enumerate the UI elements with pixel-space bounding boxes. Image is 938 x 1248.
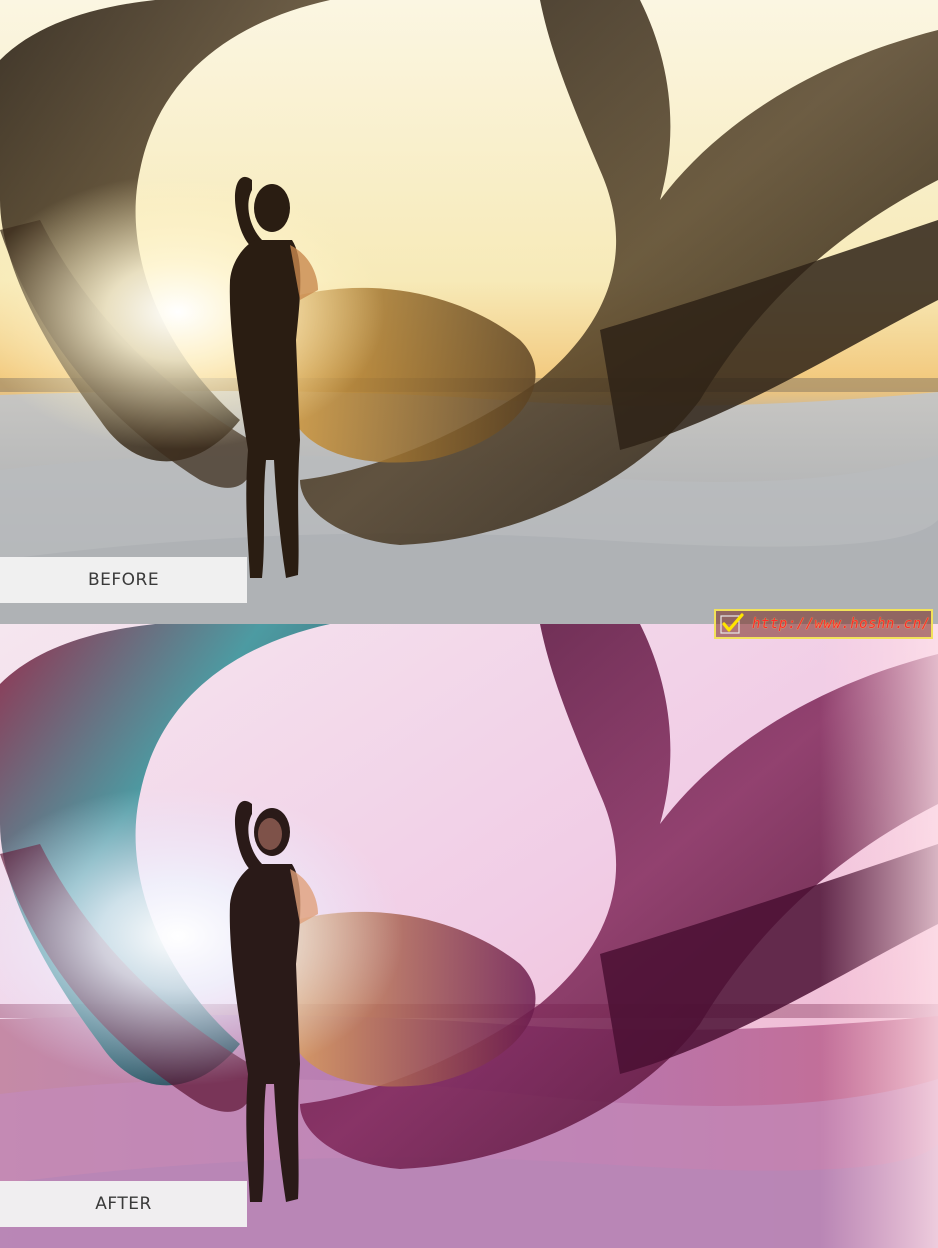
after-photo-panel: AFTER xyxy=(0,624,938,1248)
before-photo-panel: BEFORE xyxy=(0,0,938,624)
before-photo xyxy=(0,0,938,624)
before-label: BEFORE xyxy=(0,557,247,603)
check-icon xyxy=(720,613,744,634)
after-photo xyxy=(0,624,938,1248)
after-label: AFTER xyxy=(0,1181,247,1227)
watermark-badge: http://www.hoshn.cn/ xyxy=(714,609,933,639)
watermark-url: http://www.hoshn.cn/ xyxy=(752,616,931,632)
